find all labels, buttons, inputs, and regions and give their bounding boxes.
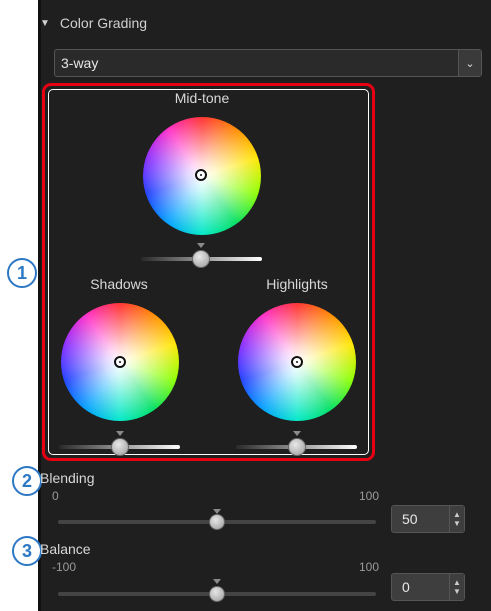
midtone-slider-marker xyxy=(197,243,205,248)
shadows-luminance-handle[interactable] xyxy=(111,438,129,456)
balance-min-label: -100 xyxy=(52,560,77,574)
blending-value: 50 xyxy=(402,511,418,527)
balance-slider-thumb[interactable] xyxy=(209,586,225,602)
callout-1: 1 xyxy=(7,258,37,288)
shadows-label: Shadows xyxy=(90,276,148,292)
highlights-slider-marker xyxy=(293,431,301,436)
mode-dropdown-value: 3-way xyxy=(61,55,99,71)
panel-edge xyxy=(38,0,41,611)
balance-value: 0 xyxy=(402,579,410,595)
balance-stepper[interactable]: ▲ ▼ xyxy=(449,574,464,600)
highlights-wheel-point[interactable] xyxy=(291,356,303,368)
section-header-color-grading[interactable]: ▼ Color Grading xyxy=(40,13,147,33)
callout-3: 3 xyxy=(12,536,42,566)
blending-stepper[interactable]: ▲ ▼ xyxy=(449,506,464,532)
midtone-label: Mid-tone xyxy=(174,90,230,106)
blending-max-label: 100 xyxy=(359,489,380,503)
highlights-luminance-handle[interactable] xyxy=(288,438,306,456)
blending-label: Blending xyxy=(40,470,95,486)
balance-label: Balance xyxy=(40,541,91,557)
blending-min-label: 0 xyxy=(52,489,59,503)
chevron-up-icon[interactable]: ▲ xyxy=(453,510,461,519)
chevron-up-icon[interactable]: ▲ xyxy=(453,578,461,587)
shadows-slider-marker xyxy=(116,431,124,436)
midtone-luminance-handle[interactable] xyxy=(192,250,210,268)
chevron-down-icon[interactable]: ▼ xyxy=(453,587,461,596)
triangle-down-icon[interactable]: ▼ xyxy=(40,18,50,29)
callout-2: 2 xyxy=(12,466,42,496)
chevron-down-icon[interactable]: ⌄ xyxy=(458,50,481,76)
balance-value-input[interactable]: 0 ▲ ▼ xyxy=(391,573,465,601)
balance-max-label: 100 xyxy=(359,560,380,574)
section-title: Color Grading xyxy=(59,15,148,31)
blending-value-input[interactable]: 50 ▲ ▼ xyxy=(391,505,465,533)
midtone-wheel-point[interactable] xyxy=(195,169,207,181)
blending-slider-thumb[interactable] xyxy=(209,514,225,530)
mode-dropdown[interactable]: 3-way ⌄ xyxy=(54,49,482,77)
chevron-down-icon[interactable]: ▼ xyxy=(453,519,461,528)
highlights-label: Highlights xyxy=(266,276,328,292)
balance-slider-marker xyxy=(213,579,221,584)
shadows-wheel-point[interactable] xyxy=(114,356,126,368)
